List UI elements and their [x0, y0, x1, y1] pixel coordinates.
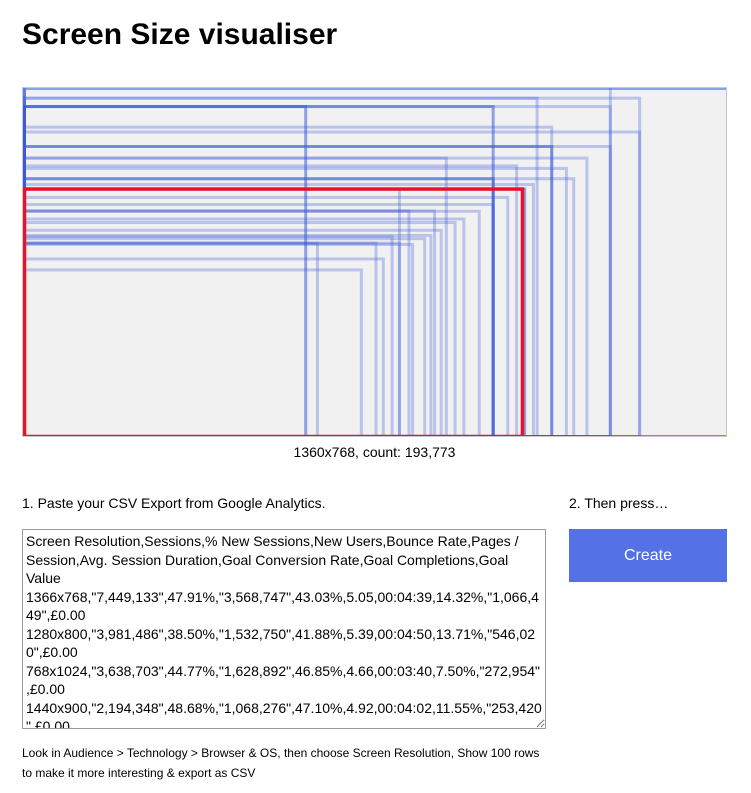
- screen-size-rect[interactable]: [23, 187, 495, 436]
- page-title: Screen Size visualiser: [22, 18, 338, 51]
- screen-size-rect[interactable]: [23, 257, 385, 437]
- screen-size-rect[interactable]: [23, 228, 443, 436]
- instructions-hint: Look in Audience > Technology > Browser …: [22, 746, 540, 780]
- screen-size-rect[interactable]: [23, 166, 568, 436]
- screen-size-rect[interactable]: [23, 268, 363, 437]
- screen-size-rect[interactable]: [23, 177, 495, 437]
- screen-size-rect[interactable]: [23, 237, 427, 437]
- screen-size-rect[interactable]: [23, 242, 415, 436]
- screen-size-rectangles: [23, 88, 726, 437]
- step-1-label: 1. Paste your CSV Export from Google Ana…: [22, 495, 326, 511]
- screen-size-rect[interactable]: [23, 235, 394, 437]
- step-2-label: 2. Then press…: [569, 495, 669, 511]
- screen-size-rect[interactable]: [23, 125, 554, 436]
- screen-size-rect[interactable]: [23, 233, 433, 436]
- screen-size-rect[interactable]: [23, 241, 378, 436]
- screen-size-rect[interactable]: [23, 96, 539, 436]
- screen-size-rect[interactable]: [23, 105, 495, 437]
- screen-size-rect[interactable]: [23, 221, 457, 437]
- screen-size-rect[interactable]: [23, 96, 642, 436]
- screen-size-rect[interactable]: [23, 187, 527, 436]
- hover-size-readout: 1360x768, count: 193,773: [293, 444, 456, 460]
- screen-size-rect[interactable]: [23, 164, 519, 437]
- screen-size-rect[interactable]: [23, 177, 576, 437]
- csv-input[interactable]: [22, 529, 546, 729]
- screen-size-rect[interactable]: [23, 241, 319, 436]
- screen-size-rect[interactable]: [23, 187, 401, 436]
- screen-size-visualiser-canvas[interactable]: [22, 87, 727, 437]
- screen-size-rect[interactable]: [23, 105, 308, 437]
- screen-size-rect[interactable]: [23, 241, 401, 436]
- create-button[interactable]: Create: [569, 529, 727, 582]
